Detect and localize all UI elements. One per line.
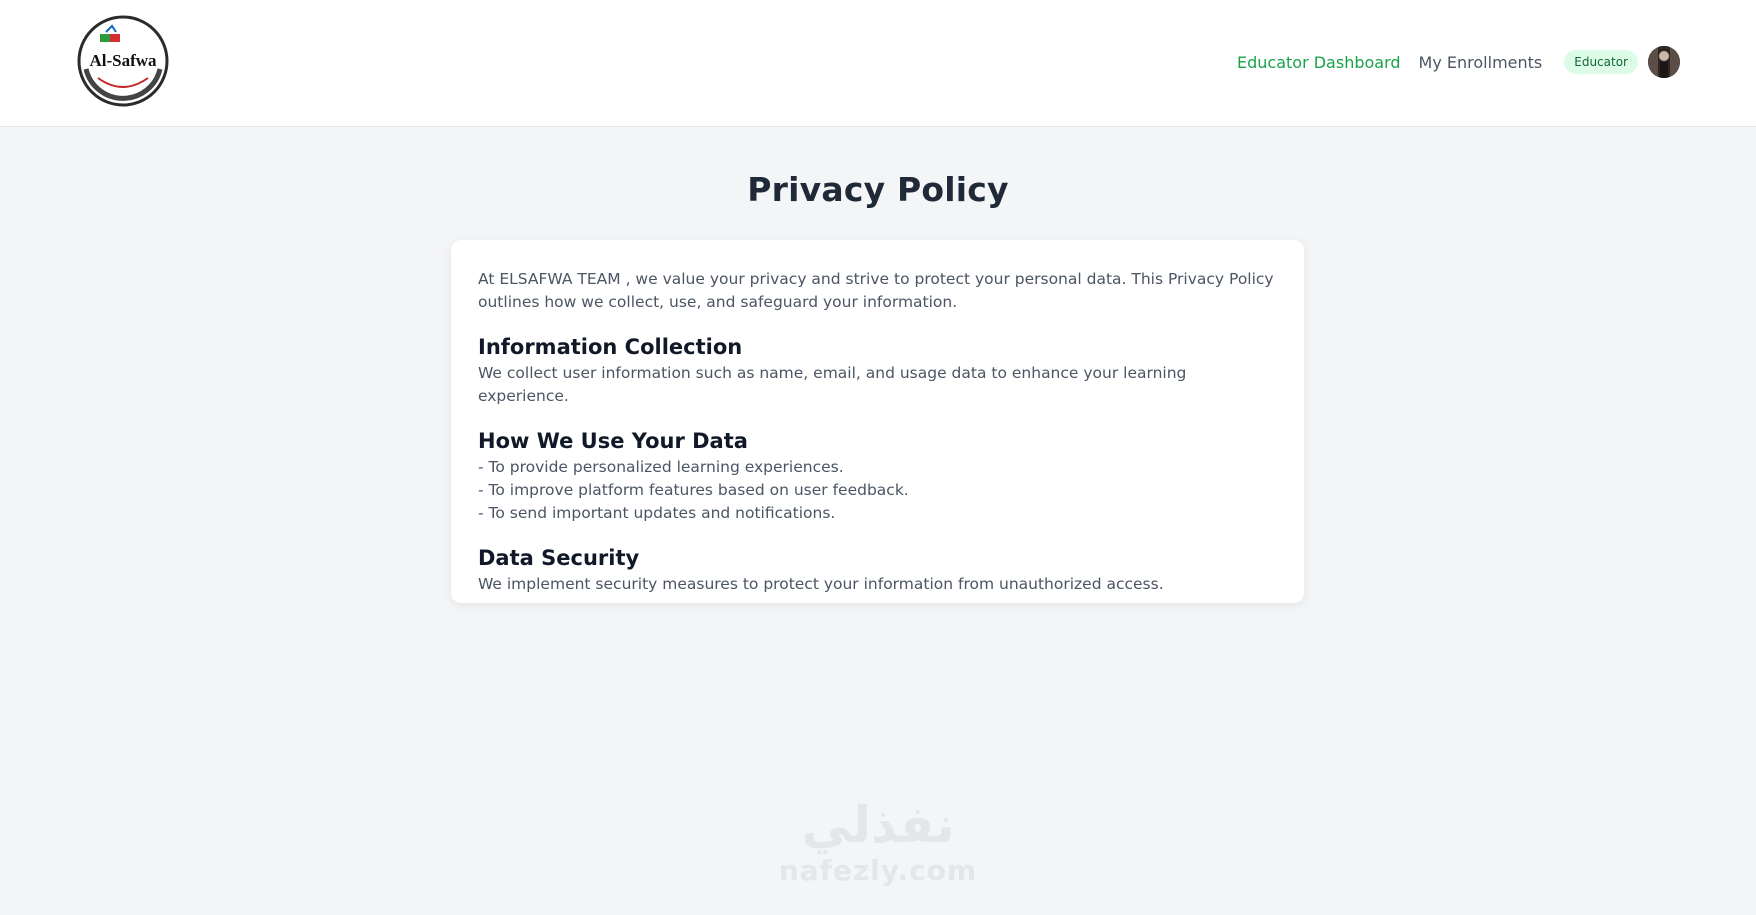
user-avatar[interactable] xyxy=(1648,46,1680,78)
watermark-arabic-text: نفذلي xyxy=(801,796,955,854)
page-title: Privacy Policy xyxy=(747,170,1009,209)
svg-text:Al-Safwa: Al-Safwa xyxy=(89,51,157,70)
section-data-security: Data Security We implement security meas… xyxy=(478,545,1277,596)
section-text: We implement security measures to protec… xyxy=(478,575,1164,593)
nav-educator-dashboard[interactable]: Educator Dashboard xyxy=(1237,53,1401,72)
section-how-we-use-data: How We Use Your Data - To provide person… xyxy=(478,428,1277,525)
main-nav: Educator Dashboard My Enrollments Educat… xyxy=(1219,44,1680,80)
privacy-policy-card: At ELSAFWA TEAM , we value your privacy … xyxy=(451,240,1304,603)
nav-my-enrollments[interactable]: My Enrollments xyxy=(1419,53,1543,72)
section-heading: Data Security xyxy=(478,546,640,570)
section-heading: How We Use Your Data xyxy=(478,429,748,453)
top-navbar: Al-Safwa Educator Dashboard My Enrollmen… xyxy=(0,0,1756,127)
list-item: - To provide personalized learning exper… xyxy=(478,458,844,476)
list-item: - To send important updates and notifica… xyxy=(478,504,836,522)
intro-paragraph: At ELSAFWA TEAM , we value your privacy … xyxy=(478,270,1274,311)
section-heading: Information Collection xyxy=(478,335,743,359)
list-item: - To improve platform features based on … xyxy=(478,481,909,499)
nafezly-watermark: نفذلي nafezly.com xyxy=(770,795,986,915)
watermark-latin-text: nafezly.com xyxy=(778,854,978,887)
section-text: We collect user information such as name… xyxy=(478,364,1187,405)
section-information-collection: Information Collection We collect user i… xyxy=(478,334,1277,408)
role-badge: Educator xyxy=(1564,50,1638,74)
al-safwa-logo[interactable]: Al-Safwa xyxy=(76,14,170,108)
